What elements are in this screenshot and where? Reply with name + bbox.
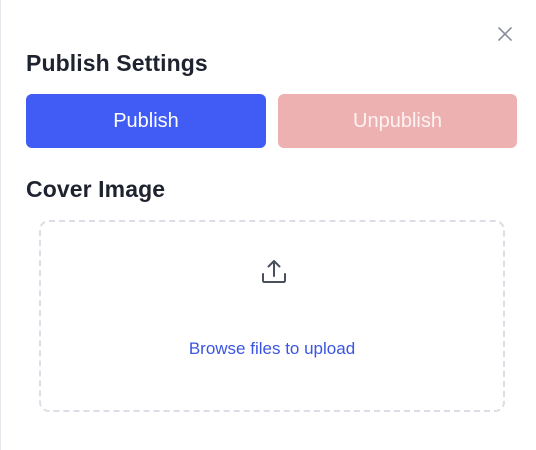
unpublish-button[interactable]: Unpublish [278,94,517,148]
upload-icon [262,260,286,283]
cover-image-dropzone[interactable]: Browse files to upload [39,220,505,412]
browse-files-link[interactable]: Browse files to upload [41,338,503,360]
cover-image-title: Cover Image [26,176,166,202]
publish-settings-panel: Publish Settings Publish Unpublish Cover… [0,0,536,450]
publish-button[interactable]: Publish [26,94,266,148]
close-icon [498,27,512,41]
publish-settings-title: Publish Settings [26,50,208,76]
close-button[interactable] [495,24,515,44]
